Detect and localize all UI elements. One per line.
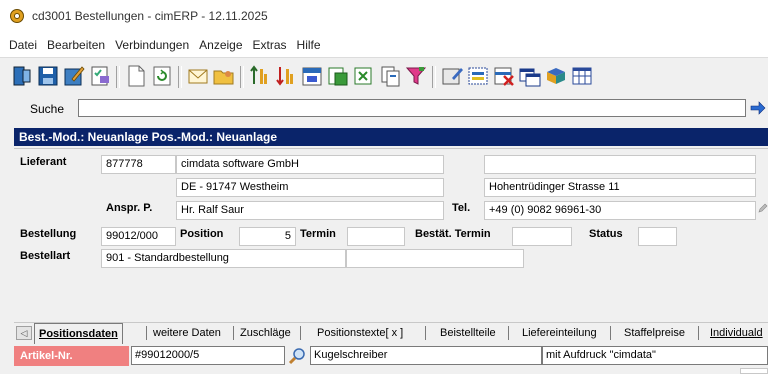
- pencil-icon[interactable]: [758, 203, 768, 213]
- lieferant-extra-field[interactable]: [484, 155, 756, 174]
- tab-bar: ◁ Positionsdaten weitere Daten Zuschläge…: [14, 322, 768, 344]
- grid-view-icon[interactable]: [570, 64, 594, 88]
- status-label: Status: [589, 228, 623, 240]
- sort-descending-icon[interactable]: [274, 64, 298, 88]
- position-field[interactable]: 5: [239, 227, 296, 246]
- tel-label: Tel.: [452, 202, 471, 214]
- save-disk-icon[interactable]: [36, 64, 60, 88]
- menu-verbindungen[interactable]: Verbindungen: [110, 38, 194, 52]
- export-green-icon[interactable]: [326, 64, 350, 88]
- ansprech-label: Anspr. P.: [106, 202, 153, 214]
- sort-ascending-icon[interactable]: [248, 64, 272, 88]
- windows-icon[interactable]: [518, 64, 542, 88]
- tab-weitere-daten[interactable]: weitere Daten: [153, 323, 221, 343]
- artikel-nr-field[interactable]: #99012000/5: [131, 346, 285, 365]
- edit-properties-icon[interactable]: [440, 64, 464, 88]
- menu-datei[interactable]: Datei: [4, 38, 42, 52]
- refresh-icon[interactable]: [150, 64, 174, 88]
- app-gear-icon: [10, 9, 24, 23]
- copy-document-icon[interactable]: [378, 64, 402, 88]
- tab-positionstexte[interactable]: Positionstexte[ x ]: [317, 323, 403, 343]
- tab-liefereinteilung[interactable]: Liefereinteilung: [522, 323, 597, 343]
- title-bar: cd3001 Bestellungen - cimERP - 12.11.202…: [0, 0, 768, 33]
- export-excel-icon[interactable]: [352, 64, 376, 88]
- scrollbar-stub: [740, 368, 768, 374]
- tab-positionsdaten[interactable]: Positionsdaten: [34, 323, 123, 344]
- tab-staffelpreise[interactable]: Staffelpreise: [624, 323, 685, 343]
- lieferant-label: Lieferant: [20, 156, 67, 168]
- search-row: Suche: [0, 96, 768, 122]
- termin-field[interactable]: [347, 227, 405, 246]
- tab-zuschlaege[interactable]: Zuschläge: [240, 323, 291, 343]
- save-edit-icon[interactable]: [62, 64, 86, 88]
- tel-field[interactable]: +49 (0) 9082 96961-30: [484, 201, 756, 220]
- artikel-name-field[interactable]: Kugelschreiber: [310, 346, 542, 365]
- bestellung-field[interactable]: 99012/000: [101, 227, 176, 246]
- bestellung-label: Bestellung: [20, 228, 77, 240]
- menu-extras[interactable]: Extras: [248, 38, 292, 52]
- magnifier-icon[interactable]: [288, 347, 306, 365]
- calendar-icon[interactable]: [300, 64, 324, 88]
- mode-status-bar: Best.-Mod.: Neuanlage Pos.-Mod.: Neuanla…: [14, 128, 768, 146]
- tab-beistellteile[interactable]: Beistellteile: [440, 323, 496, 343]
- lieferant-name-field[interactable]: cimdata software GmbH: [176, 155, 444, 174]
- bestellart-extra-field[interactable]: [346, 249, 524, 268]
- books-icon[interactable]: [544, 64, 568, 88]
- lieferant-number-field[interactable]: 877778: [101, 155, 176, 174]
- menu-bar: Datei Bearbeiten Verbindungen Anzeige Ex…: [0, 33, 768, 57]
- bestellart-field[interactable]: 901 - Standardbestellung: [101, 249, 346, 268]
- arrow-right-icon[interactable]: [750, 100, 766, 116]
- mail-icon[interactable]: [186, 64, 210, 88]
- checklist-icon[interactable]: [88, 64, 112, 88]
- ansprech-field[interactable]: Hr. Ralf Saur: [176, 201, 444, 220]
- toolbar: [0, 57, 768, 94]
- bestaet-termin-label: Bestät. Termin: [415, 228, 491, 240]
- lieferant-city-field[interactable]: DE - 91747 Westheim: [176, 178, 444, 197]
- folder-user-icon[interactable]: [212, 64, 236, 88]
- select-table-icon[interactable]: [466, 64, 490, 88]
- menu-hilfe[interactable]: Hilfe: [292, 38, 326, 52]
- bestellart-label: Bestellart: [20, 250, 71, 262]
- article-row: Artikel-Nr. #99012000/5 Kugelschreiber m…: [14, 345, 768, 367]
- delete-row-icon[interactable]: [492, 64, 516, 88]
- artikel-note-field[interactable]: mit Aufdruck "cimdata": [542, 346, 768, 365]
- artikel-nr-label: Artikel-Nr.: [14, 346, 129, 366]
- lieferant-street-field[interactable]: Hohentrüdinger Strasse 11: [484, 178, 756, 197]
- menu-bearbeiten[interactable]: Bearbeiten: [42, 38, 110, 52]
- exit-door-icon[interactable]: [10, 64, 34, 88]
- window-title: cd3001 Bestellungen - cimERP - 12.11.202…: [32, 9, 268, 23]
- order-header-panel: Lieferant 877778 cimdata software GmbH D…: [14, 148, 768, 317]
- menu-anzeige[interactable]: Anzeige: [194, 38, 247, 52]
- search-input[interactable]: [78, 99, 746, 117]
- bestaet-termin-field[interactable]: [512, 227, 572, 246]
- search-label: Suche: [30, 102, 65, 116]
- status-field[interactable]: [638, 227, 677, 246]
- filter-icon[interactable]: [404, 64, 428, 88]
- tab-scroll-left-button[interactable]: ◁: [16, 326, 32, 340]
- termin-label: Termin: [300, 228, 336, 240]
- tab-individualdaten[interactable]: Individuald: [710, 323, 763, 343]
- new-document-icon[interactable]: [124, 64, 148, 88]
- position-label: Position: [180, 228, 224, 240]
